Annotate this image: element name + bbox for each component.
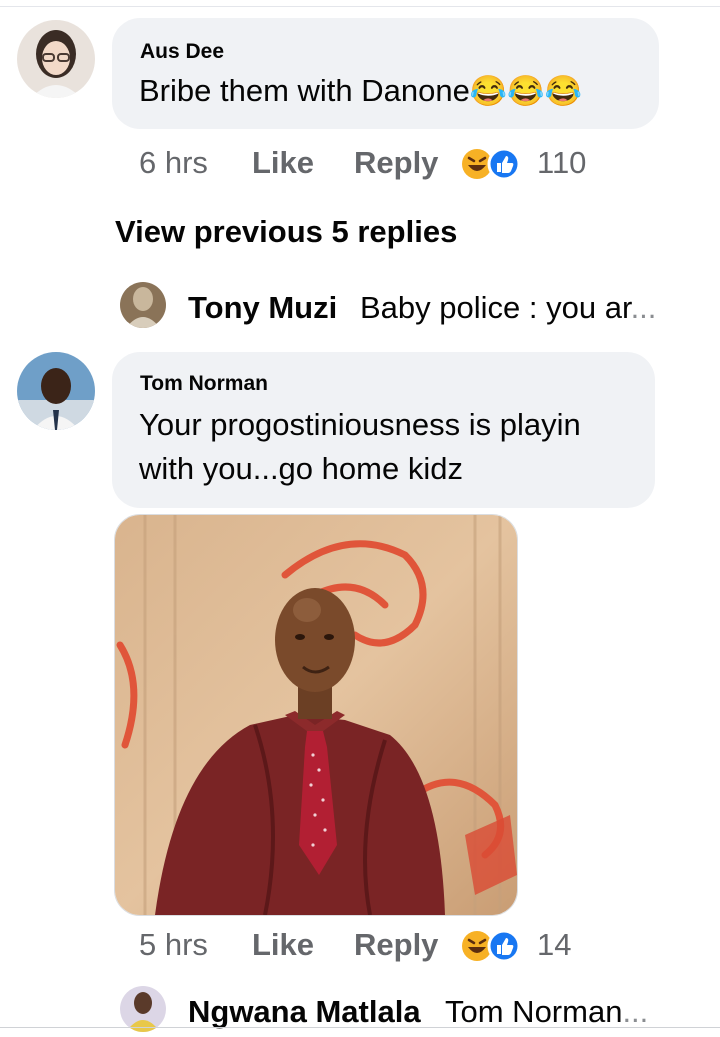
avatar-tony-muzi [120,282,166,328]
view-previous-replies-link[interactable]: View previous 5 replies [115,214,457,250]
comment-author[interactable]: Tom Norman [140,372,268,396]
reply-snippet: Tom Norman... [445,994,649,1029]
comment-photo[interactable] [114,514,518,916]
reply-button[interactable]: Reply [354,145,438,181]
reaction-count[interactable]: 110 [537,145,586,181]
like-button[interactable]: Like [252,927,314,963]
reply-snippet: Baby police : you ar... [360,290,657,325]
comment-actions: 6 hrs Like Reply 110 [0,145,720,185]
reply-author[interactable]: Tony Muzi [188,290,337,326]
reply-preview[interactable]: Ngwana Matlala Tom Norman... [120,986,720,1036]
comment-time: 5 hrs [139,927,208,962]
comment-text-line-2: with you...go home kidz [139,451,463,486]
top-divider [0,6,720,7]
reply-button[interactable]: Reply [354,927,438,963]
reactions-icon[interactable] [460,929,526,963]
reply-preview[interactable]: Tony Muzi Baby police : you ar... [120,282,720,332]
reactions-icon[interactable] [460,147,526,181]
comment-text-body: Bribe them with Danone [139,73,470,108]
comment-text-line-1: Your progostiniousness is playin [139,407,581,442]
avatar-aus-dee[interactable] [17,20,95,98]
reaction-count[interactable]: 14 [537,927,571,963]
laughing-emoji-icon: 😂😂😂 [469,75,582,108]
comment-time: 6 hrs [139,145,208,180]
like-button[interactable]: Like [252,145,314,181]
comment-text: Bribe them with Danone😂😂😂 [139,70,582,113]
bottom-divider [0,1027,720,1028]
reply-author[interactable]: Ngwana Matlala [188,994,421,1030]
comment-actions: 5 hrs Like Reply 14 [0,927,720,967]
comment-author[interactable]: Aus Dee [140,40,224,64]
avatar-tom-norman[interactable] [17,352,95,430]
avatar-ngwana-matlala [120,986,166,1032]
